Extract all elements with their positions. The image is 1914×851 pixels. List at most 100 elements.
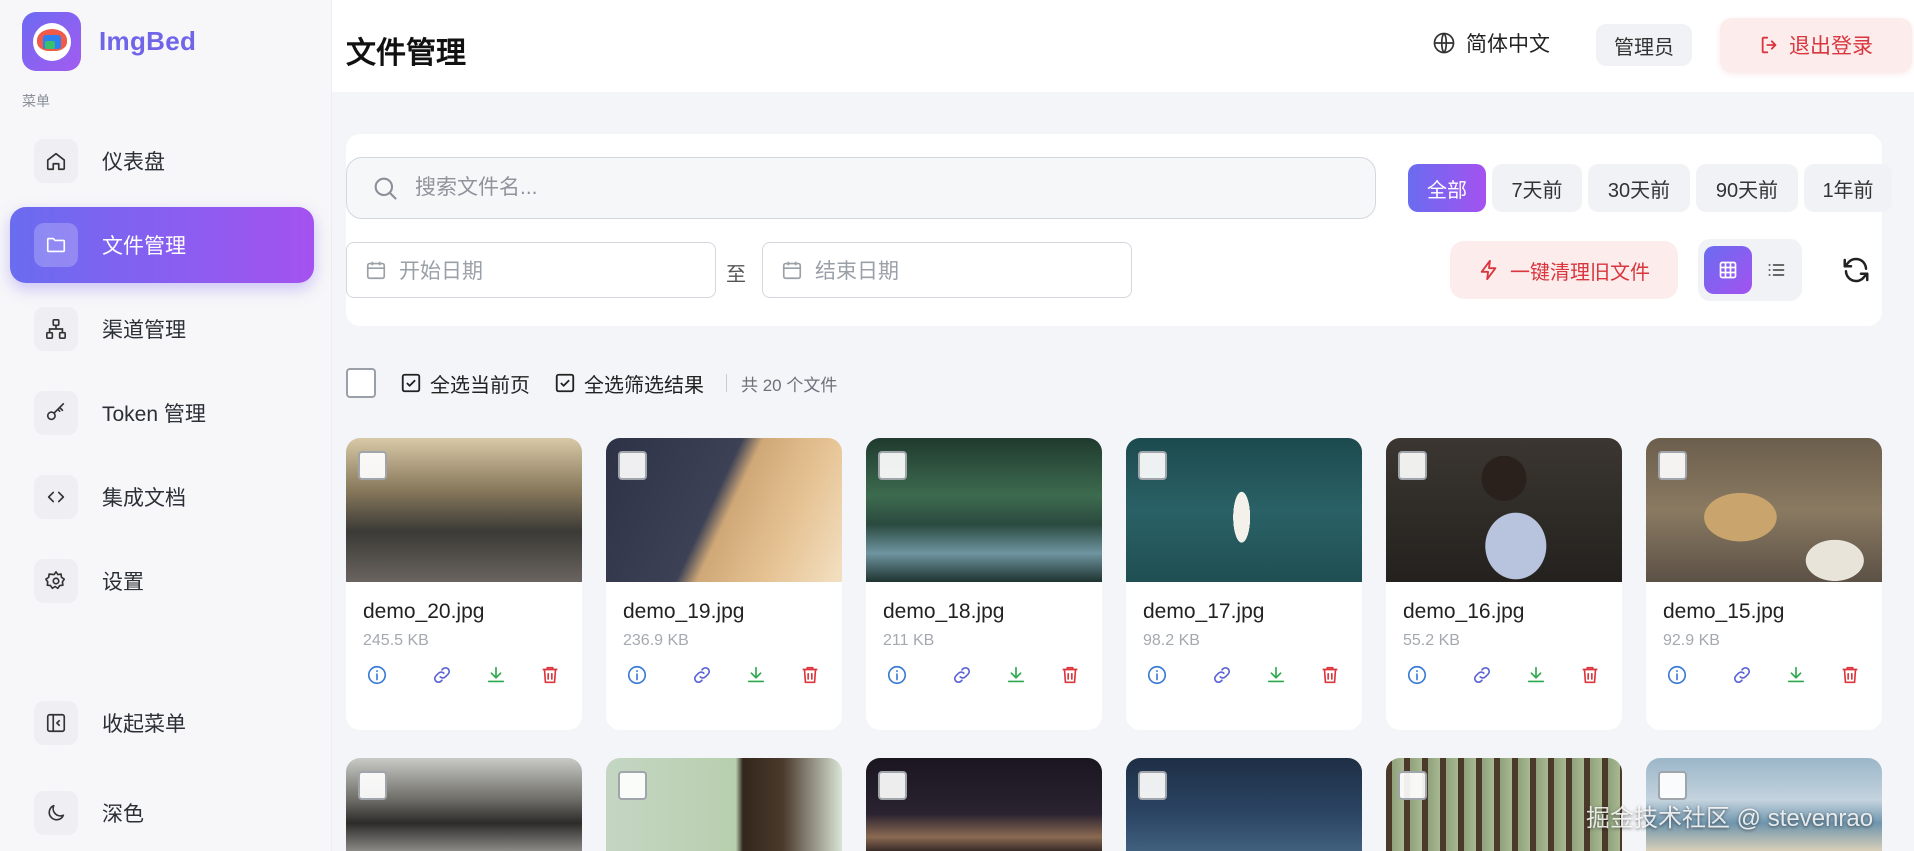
file-card[interactable]: demo_15.jpg 92.9 KB	[1646, 438, 1882, 730]
download-button[interactable]	[1523, 662, 1549, 688]
select-filtered-button[interactable]: 全选筛选结果	[554, 369, 704, 398]
file-checkbox[interactable]	[1138, 451, 1167, 480]
file-checkbox[interactable]	[618, 771, 647, 800]
file-checkbox[interactable]	[1658, 451, 1687, 480]
delete-button[interactable]	[797, 662, 823, 688]
delete-button[interactable]	[1057, 662, 1083, 688]
file-checkbox[interactable]	[358, 771, 387, 800]
sidebar-item-label: 仪表盘	[102, 151, 165, 174]
info-button[interactable]	[1664, 662, 1690, 688]
file-thumbnail[interactable]	[1646, 438, 1882, 582]
file-card[interactable]: demo_19.jpg 236.9 KB	[606, 438, 842, 730]
file-card[interactable]	[866, 758, 1102, 851]
info-button[interactable]	[1404, 662, 1430, 688]
file-thumbnail[interactable]	[1126, 758, 1362, 851]
download-button[interactable]	[1263, 662, 1289, 688]
start-date-field[interactable]: 开始日期	[346, 242, 716, 298]
file-checkbox[interactable]	[358, 451, 387, 480]
download-button[interactable]	[1003, 662, 1029, 688]
sidebar-item-files[interactable]: 文件管理	[10, 207, 314, 283]
file-checkbox[interactable]	[1398, 451, 1427, 480]
select-current-page-button[interactable]: 全选当前页	[400, 369, 530, 398]
copy-link-button[interactable]	[1209, 662, 1235, 688]
search-box[interactable]	[346, 157, 1376, 219]
copy-link-button[interactable]	[1729, 662, 1755, 688]
file-thumbnail[interactable]	[346, 438, 582, 582]
file-size: 55.2 KB	[1403, 632, 1460, 649]
file-card[interactable]: demo_17.jpg 98.2 KB	[1126, 438, 1362, 730]
delete-button[interactable]	[537, 662, 563, 688]
file-card[interactable]: demo_18.jpg 211 KB	[866, 438, 1102, 730]
file-size: 245.5 KB	[363, 632, 429, 649]
end-date-field[interactable]: 结束日期	[762, 242, 1132, 298]
select-all-checkbox[interactable]	[346, 368, 376, 398]
info-button[interactable]	[364, 662, 390, 688]
range-90d-button[interactable]: 90天前	[1696, 164, 1798, 212]
copy-link-button[interactable]	[429, 662, 455, 688]
file-thumbnail[interactable]	[346, 758, 582, 851]
grid-icon	[1719, 261, 1737, 279]
download-button[interactable]	[1783, 662, 1809, 688]
delete-button[interactable]	[1577, 662, 1603, 688]
file-card[interactable]	[346, 758, 582, 851]
range-all-button[interactable]: 全部	[1408, 164, 1486, 212]
file-card[interactable]: demo_16.jpg 55.2 KB	[1386, 438, 1622, 730]
sidebar-item-dashboard[interactable]: 仪表盘	[10, 123, 314, 199]
file-card[interactable]	[606, 758, 842, 851]
link-icon	[953, 666, 971, 684]
sidebar-item-token[interactable]: Token 管理	[10, 375, 314, 451]
file-checkbox[interactable]	[1658, 771, 1687, 800]
gear-icon	[34, 559, 78, 603]
info-button[interactable]	[884, 662, 910, 688]
search-input[interactable]	[415, 176, 1315, 200]
refresh-button[interactable]	[1836, 250, 1876, 290]
file-checkbox[interactable]	[1138, 771, 1167, 800]
calendar-icon	[366, 261, 386, 280]
collapse-menu-button[interactable]: 收起菜单	[10, 685, 314, 761]
delete-button[interactable]	[1837, 662, 1863, 688]
file-checkbox[interactable]	[878, 771, 907, 800]
sidebar-item-settings[interactable]: 设置	[10, 543, 314, 619]
download-button[interactable]	[743, 662, 769, 688]
file-checkbox[interactable]	[1398, 771, 1427, 800]
theme-toggle-button[interactable]: 深色	[10, 775, 314, 851]
sidebar-item-label: 渠道管理	[102, 319, 186, 342]
list-view-button[interactable]	[1752, 246, 1800, 294]
sidebar-item-channels[interactable]: 渠道管理	[10, 291, 314, 367]
file-card[interactable]: demo_20.jpg 245.5 KB	[346, 438, 582, 730]
file-thumbnail[interactable]	[866, 758, 1102, 851]
delete-button[interactable]	[1317, 662, 1343, 688]
copy-link-button[interactable]	[689, 662, 715, 688]
file-thumbnail[interactable]	[1126, 438, 1362, 582]
info-icon	[367, 665, 387, 685]
file-name: demo_19.jpg	[623, 600, 745, 623]
range-30d-button[interactable]: 30天前	[1588, 164, 1690, 212]
download-button[interactable]	[483, 662, 509, 688]
file-checkbox[interactable]	[618, 451, 647, 480]
language-switcher[interactable]: 简体中文	[1432, 28, 1550, 58]
sidebar-item-docs[interactable]: 集成文档	[10, 459, 314, 535]
copy-link-button[interactable]	[949, 662, 975, 688]
file-thumbnail[interactable]	[1386, 438, 1622, 582]
file-card[interactable]	[1126, 758, 1362, 851]
range-1y-button[interactable]: 1年前	[1804, 164, 1892, 212]
lightning-icon	[1480, 259, 1497, 281]
clean-old-files-button[interactable]: 一键清理旧文件	[1450, 241, 1678, 299]
grid-view-button[interactable]	[1704, 246, 1752, 294]
file-thumbnail[interactable]	[606, 758, 842, 851]
info-button[interactable]	[1144, 662, 1170, 688]
select-filtered-label: 全选筛选结果	[584, 374, 704, 397]
file-thumbnail[interactable]	[866, 438, 1102, 582]
selection-toolbar: 全选当前页 全选筛选结果 共 20 个文件	[346, 366, 837, 400]
file-checkbox[interactable]	[878, 451, 907, 480]
copy-link-button[interactable]	[1469, 662, 1495, 688]
sidebar: ImgBed 菜单 仪表盘 文件管理 渠道管理 Token 管理 集成文档 设置…	[0, 0, 332, 851]
logout-button[interactable]: 退出登录	[1720, 18, 1912, 72]
select-current-page-label: 全选当前页	[430, 374, 530, 397]
file-name: demo_17.jpg	[1143, 600, 1265, 623]
file-thumbnail[interactable]	[606, 438, 842, 582]
range-7d-button[interactable]: 7天前	[1492, 164, 1582, 212]
main-content: 文件管理 简体中文 管理员 退出登录 全部 7天前 30天前 90天前 1年前 …	[332, 0, 1914, 851]
info-button[interactable]	[624, 662, 650, 688]
page-title: 文件管理	[346, 37, 466, 70]
